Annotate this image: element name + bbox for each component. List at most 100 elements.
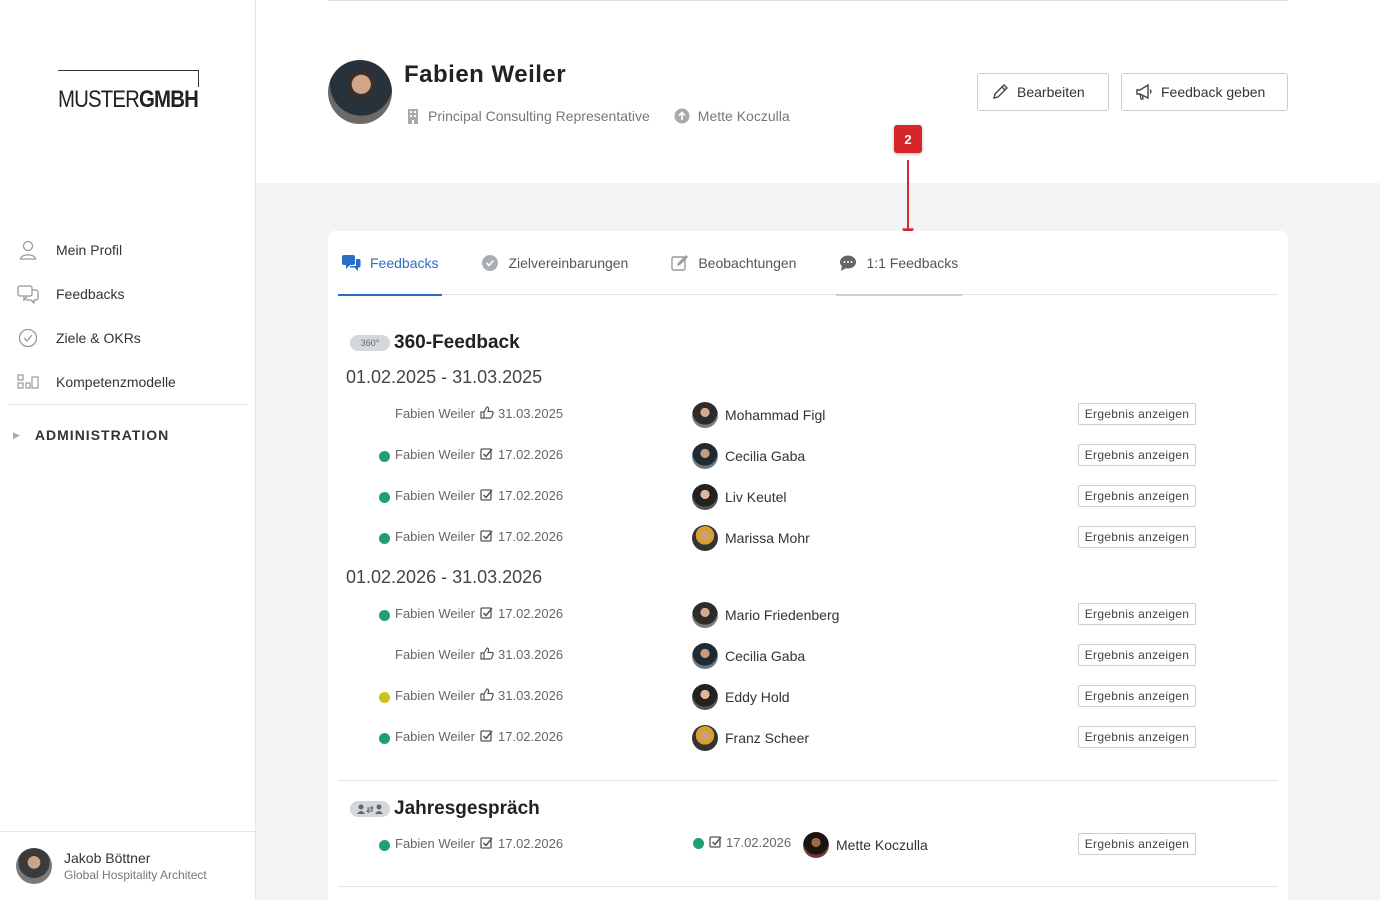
feedback-receiver: Fabien Weiler [395,729,475,744]
pencil-icon [993,84,1008,99]
user-icon [17,239,39,261]
avatar [692,643,718,669]
table-row: Fabien Weiler 17.02.2026 Franz Scheer Ergeb… [328,723,1288,753]
avatar [16,848,52,884]
tab-zielvereinbarungen[interactable]: Zielvereinbarungen [478,231,632,295]
feedback-date: 17.02.2026 [498,447,564,462]
status-dot [379,840,390,851]
avatar [803,832,829,858]
table-row: Fabien Weiler 17.02.2026 Marissa Mohr Ergeb… [328,523,1288,553]
annotation-marker: 2 [894,125,922,153]
reviewer-name: Liv Keutel [725,489,787,505]
header-divider [328,0,1288,1]
checkbox-icon [480,729,493,747]
chat-bubbles-icon [17,283,39,305]
table-row: Fabien Weiler 17.02.2026 Liv Keutel Ergebni… [328,482,1288,512]
current-user-role: Global Hospitality Architect [64,868,207,882]
checkbox-icon [480,488,493,506]
period-label: 01.02.2026 - 31.03.2026 [346,567,543,587]
period-label: 01.02.2025 - 31.03.2025 [346,367,543,387]
section-title-360: 360° 360-Feedback [350,332,520,354]
reviewer-name: Mohammad Figl [725,407,826,423]
edit-icon [671,255,689,271]
feedback-date: 31.03.2026 [498,647,564,662]
reviewer-name: Marissa Mohr [725,530,810,546]
avatar [692,484,718,510]
show-result-button[interactable]: Ergebnis anzeigen [1078,444,1196,466]
checkbox-icon [480,529,493,547]
section-divider [338,780,1278,781]
sidebar-item-mein-profil[interactable]: Mein Profil [0,228,256,272]
status-dot [379,610,390,621]
status-dot [379,451,390,462]
building-icon [408,109,418,124]
feedback-receiver: Fabien Weiler [395,647,475,662]
arrow-up-circle-icon [674,108,690,124]
table-row: Fabien Weiler 31.03.2026 Eddy Hold Ergebnis… [328,682,1288,712]
sidebar-item-administration[interactable]: ▶ ADMINISTRATION [0,405,256,465]
show-result-button[interactable]: Ergebnis anzeigen [1078,644,1196,666]
thumb-icon [480,406,494,424]
section-title-jahresgespraech: Jahresgespräch [350,798,540,820]
tab-feedbacks[interactable]: Feedbacks [338,231,443,296]
avatar [692,602,718,628]
section-divider [338,886,1278,887]
table-row: Fabien Weiler 17.02.2026 17.02.2026 Mett… [328,830,1288,860]
show-result-button[interactable]: Ergebnis anzeigen [1078,685,1196,707]
feedback-date: 17.02.2026 [498,488,564,503]
feedback-date: 31.03.2026 [498,688,564,703]
content-card: Feedbacks Zielvereinbarungen Beobachtung… [328,231,1288,900]
current-user-name: Jakob Böttner [64,850,151,866]
thumb-icon [480,647,494,665]
table-row: Fabien Weiler 17.02.2026 Cecilia Gaba Ergeb… [328,441,1288,471]
tab-1on1-feedbacks[interactable]: 1:1 Feedbacks [836,231,963,296]
people-swap-icon [350,801,390,817]
show-result-button[interactable]: Ergebnis anzeigen [1078,833,1196,855]
checkbox-icon [480,836,493,854]
check-circle-icon [482,255,499,271]
table-row: Fabien Weiler 31.03.2026 Cecilia Gaba Ergeb… [328,641,1288,671]
feedback-receiver: Fabien Weiler [395,688,475,703]
feedback-date: 17.02.2026 [498,729,564,744]
table-row: Fabien Weiler 17.02.2026 Mario Friedenberg… [328,600,1288,630]
tab-bar: Feedbacks Zielvereinbarungen Beobachtung… [338,231,1278,296]
feedback-receiver: Fabien Weiler [395,488,475,503]
feedback-receiver: Fabien Weiler [395,529,475,544]
checkbox-icon [480,606,493,624]
thumb-icon [480,688,494,706]
sidebar-item-kompetenzmodelle[interactable]: Kompetenzmodelle [0,360,256,404]
profile-avatar [328,60,392,124]
feedback-date: 17.02.2026 [498,606,564,621]
profile-manager[interactable]: Mette Koczulla [674,108,790,124]
feedback-receiver: Fabien Weiler [395,447,475,462]
reviewer-name: Mario Friedenberg [725,607,840,623]
edit-button[interactable]: Bearbeiten [977,73,1109,111]
sidebar: MUSTERGMBH Mein Profil Feedbacks Ziele &… [0,0,256,900]
company-logo[interactable]: MUSTERGMBH [58,70,200,113]
give-feedback-button[interactable]: Feedback geben [1121,73,1288,111]
checkbox-icon [709,835,722,853]
status-dot [379,733,390,744]
show-result-button[interactable]: Ergebnis anzeigen [1078,485,1196,507]
tab-beobachtungen[interactable]: Beobachtungen [668,231,800,295]
avatar [692,525,718,551]
feedback-receiver: Fabien Weiler [395,406,475,421]
status-dot [379,533,390,544]
show-result-button[interactable]: Ergebnis anzeigen [1078,526,1196,548]
current-user[interactable]: Jakob Böttner Global Hospitality Archite… [0,831,256,900]
show-result-button[interactable]: Ergebnis anzeigen [1078,603,1196,625]
caret-right-icon: ▶ [13,429,20,440]
feedback-date: 31.03.2025 [498,406,564,421]
main-nav: Mein Profil Feedbacks Ziele & OKRs Kompe… [0,228,256,465]
show-result-button[interactable]: Ergebnis anzeigen [1078,403,1196,425]
reviewer-name: Cecilia Gaba [725,648,806,664]
speech-icon [840,255,857,271]
sidebar-item-feedbacks[interactable]: Feedbacks [0,272,256,316]
table-row: Fabien Weiler 31.03.2025 Mohammad Figl Erge… [328,400,1288,430]
sidebar-item-ziele-okrs[interactable]: Ziele & OKRs [0,316,256,360]
show-result-button[interactable]: Ergebnis anzeigen [1078,726,1196,748]
avatar [692,725,718,751]
profile-position: Principal Consulting Representative [406,108,650,124]
360-icon: 360° [350,335,390,351]
reviewer-name: Franz Scheer [725,730,810,746]
